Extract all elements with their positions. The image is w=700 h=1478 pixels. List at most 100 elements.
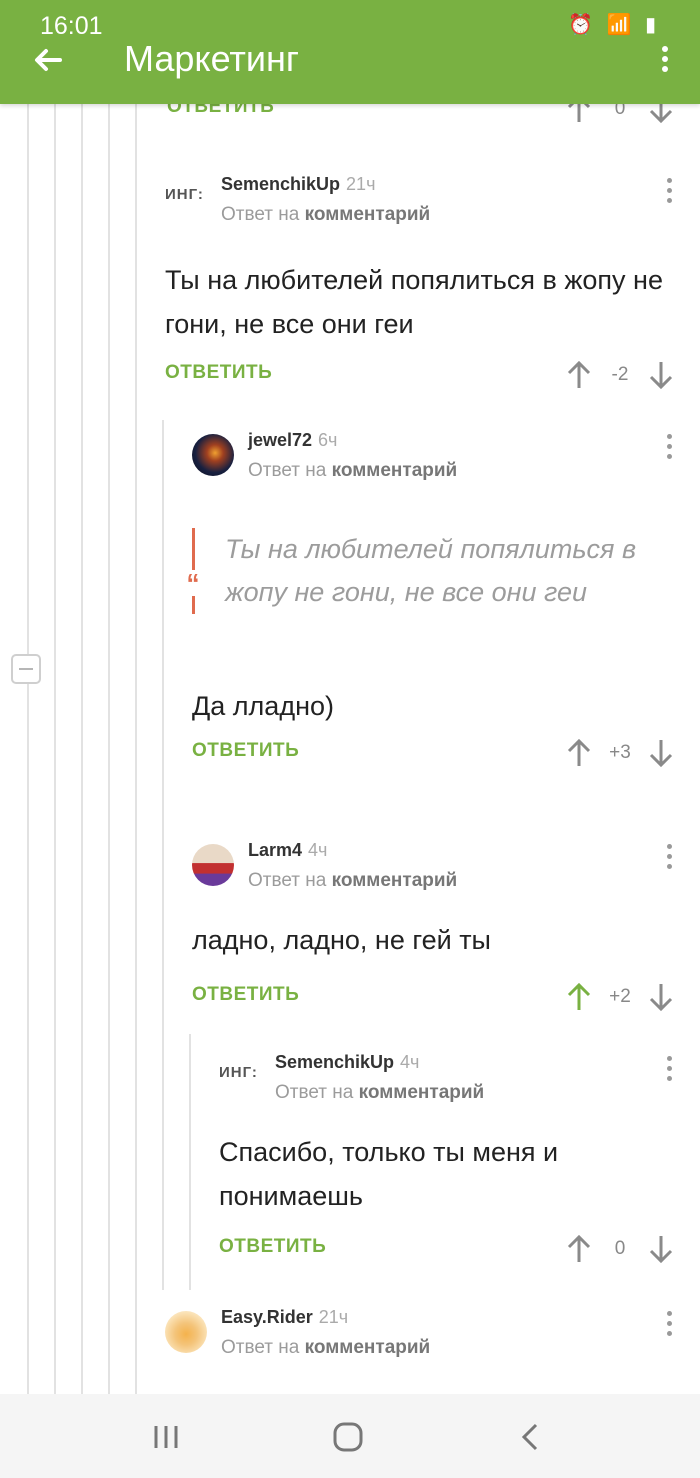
comment: Larm4 4ч Ответ на комментарий ладно, ладн… bbox=[192, 830, 675, 1018]
collapse-thread-button[interactable] bbox=[11, 654, 41, 684]
comment-header: jewel72 6ч Ответ на комментарий bbox=[192, 420, 675, 490]
author-name[interactable]: Easy.Rider bbox=[221, 1307, 313, 1327]
vote-score: -2 bbox=[611, 364, 629, 385]
upvote-button[interactable] bbox=[565, 104, 593, 124]
author-name[interactable]: Larm4 bbox=[248, 840, 302, 860]
avatar[interactable]: ИНГ: bbox=[165, 186, 209, 212]
reply-to-link[interactable]: комментарий bbox=[332, 460, 458, 481]
reply-button[interactable]: ОТВЕТИТЬ bbox=[167, 104, 274, 118]
reply-to: Ответ на комментарий bbox=[221, 204, 430, 226]
thread-line bbox=[54, 104, 56, 1394]
downvote-button[interactable] bbox=[647, 104, 675, 124]
status-time: 16:01 bbox=[40, 12, 103, 40]
comment-time: 4ч bbox=[400, 1052, 420, 1072]
reply-to-link[interactable]: комментарий bbox=[332, 870, 458, 891]
reply-to-prefix: Ответ на bbox=[221, 204, 305, 225]
comment-author[interactable]: Easy.Rider 21ч bbox=[221, 1307, 348, 1328]
home-button[interactable] bbox=[328, 1422, 368, 1452]
comment-header: ИНГ: SemenchikUp 4ч Ответ на комментарий bbox=[219, 1042, 675, 1112]
system-back-button[interactable] bbox=[512, 1422, 552, 1452]
reply-to-prefix: Ответ на bbox=[275, 1082, 359, 1103]
comment-actions: ОТВЕТИТЬ +2 bbox=[192, 978, 675, 1018]
reply-button[interactable]: ОТВЕТИТЬ bbox=[165, 362, 272, 384]
arrow-up-icon bbox=[567, 360, 591, 388]
thread-line bbox=[108, 104, 110, 1394]
comment-menu-button[interactable] bbox=[663, 1056, 675, 1086]
author-name[interactable]: SemenchikUp bbox=[275, 1052, 394, 1072]
comment-time: 6ч bbox=[318, 430, 338, 450]
comment-menu-button[interactable] bbox=[663, 434, 675, 464]
avatar[interactable]: ИНГ: bbox=[219, 1064, 263, 1090]
reply-to-prefix: Ответ на bbox=[221, 1337, 305, 1358]
comment-author[interactable]: Larm4 4ч bbox=[248, 840, 327, 861]
arrow-up-icon bbox=[567, 104, 591, 122]
back-button[interactable] bbox=[30, 44, 70, 76]
reply-to: Ответ на комментарий bbox=[275, 1082, 484, 1104]
author-name[interactable]: SemenchikUp bbox=[221, 174, 340, 194]
avatar[interactable] bbox=[165, 1311, 207, 1353]
overflow-menu-button[interactable] bbox=[658, 46, 672, 76]
arrow-down-icon bbox=[649, 362, 673, 390]
comment: ИНГ: SemenchikUp 4ч Ответ на комментарий … bbox=[219, 1042, 675, 1270]
reply-button[interactable]: ОТВЕТИТЬ bbox=[192, 984, 299, 1006]
comment-author[interactable]: SemenchikUp 4ч bbox=[275, 1052, 419, 1073]
vote-score: 0 bbox=[614, 104, 626, 119]
comment-actions: ОТВЕТИТЬ +3 bbox=[192, 734, 675, 774]
page-title: Маркетинг bbox=[124, 38, 300, 79]
reply-to-link[interactable]: комментарий bbox=[359, 1082, 485, 1103]
comment-header: Larm4 4ч Ответ на комментарий bbox=[192, 830, 675, 900]
wifi-icon: 📶 bbox=[606, 14, 636, 36]
comment-menu-button[interactable] bbox=[663, 844, 675, 874]
reply-button[interactable]: ОТВЕТИТЬ bbox=[219, 1236, 326, 1258]
downvote-button[interactable] bbox=[647, 360, 675, 390]
reply-button[interactable]: ОТВЕТИТЬ bbox=[192, 740, 299, 762]
comment: Easy.Rider 21ч Ответ на комментарий bbox=[165, 1297, 675, 1367]
thread-line bbox=[189, 1034, 191, 1290]
downvote-button[interactable] bbox=[647, 738, 675, 768]
upvote-button[interactable] bbox=[565, 1234, 593, 1264]
comment-actions: ОТВЕТИТЬ -2 bbox=[165, 356, 675, 396]
downvote-button[interactable] bbox=[647, 1234, 675, 1264]
thread-line bbox=[135, 104, 137, 1394]
comment-time: 21ч bbox=[318, 1307, 349, 1327]
system-nav-bar bbox=[0, 1394, 700, 1478]
vote-controls: 0 bbox=[565, 104, 675, 130]
arrow-left-icon bbox=[35, 49, 62, 71]
vote-score: +2 bbox=[609, 986, 631, 1007]
comment: jewel72 6ч Ответ на комментарий “ Ты на л… bbox=[181, 420, 675, 774]
quote-block: “ Ты на любителей попялиться в жопу не г… bbox=[181, 528, 675, 614]
downvote-button[interactable] bbox=[647, 982, 675, 1012]
back-icon bbox=[521, 1423, 538, 1451]
home-icon bbox=[333, 1422, 363, 1452]
avatar[interactable] bbox=[192, 434, 234, 476]
recent-apps-icon bbox=[154, 1426, 178, 1448]
arrow-up-icon bbox=[567, 982, 591, 1010]
thread-line bbox=[81, 104, 83, 1394]
vote-controls: -2 bbox=[565, 356, 675, 396]
vote-controls: +2 bbox=[565, 978, 675, 1018]
vote-controls: +3 bbox=[565, 734, 675, 774]
quote-mark-icon: “ bbox=[181, 570, 205, 596]
recent-apps-button[interactable] bbox=[146, 1422, 186, 1452]
upvote-button[interactable] bbox=[565, 982, 593, 1012]
alarm-icon: ⏰ bbox=[568, 14, 597, 36]
vote-score: +3 bbox=[609, 742, 631, 763]
author-name[interactable]: jewel72 bbox=[248, 430, 312, 450]
avatar[interactable] bbox=[192, 844, 234, 886]
app-bar: 16:01 ⏰ 📶 ▮ Маркетинг bbox=[0, 0, 700, 104]
arrow-down-icon bbox=[649, 1236, 673, 1264]
thread-line bbox=[162, 420, 164, 1290]
comment-text: Спасибо, только ты меня и понимаешь bbox=[219, 1137, 559, 1211]
reply-to-link[interactable]: комментарий bbox=[305, 1337, 431, 1358]
thread-line bbox=[27, 104, 29, 1394]
vote-score: 0 bbox=[614, 1238, 626, 1259]
reply-to-link[interactable]: комментарий bbox=[305, 204, 431, 225]
comment-author[interactable]: SemenchikUp 21ч bbox=[221, 174, 375, 195]
comment-header: ИНГ: SemenchikUp 21ч Ответ на комментарий bbox=[165, 164, 675, 234]
comment-author[interactable]: jewel72 6ч bbox=[248, 430, 337, 451]
comment-menu-button[interactable] bbox=[663, 1311, 675, 1341]
upvote-button[interactable] bbox=[565, 738, 593, 768]
upvote-button[interactable] bbox=[565, 360, 593, 390]
comment-menu-button[interactable] bbox=[663, 178, 675, 208]
reply-to: Ответ на комментарий bbox=[248, 870, 457, 892]
